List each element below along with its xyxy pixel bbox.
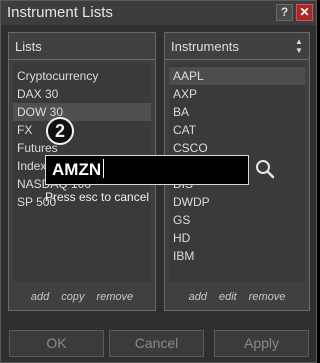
list-item[interactable]: AXP [169, 85, 305, 103]
list-item[interactable]: AAPL [169, 67, 305, 85]
list-item[interactable]: DOW 30 [13, 103, 151, 121]
instrument-search-input[interactable]: AMZN [45, 155, 249, 185]
lists-header: Lists [9, 33, 155, 60]
add-list-link[interactable]: add [31, 288, 49, 306]
ok-button[interactable]: OK [9, 330, 104, 357]
list-item[interactable]: CAT [169, 121, 305, 139]
cancel-hint: Press esc to cancel [45, 190, 150, 204]
instrument-lists-dialog: Instrument Lists ? ✕ Lists Cryptocurrenc… [0, 0, 317, 363]
list-item[interactable]: DWDP [169, 193, 305, 211]
instruments-actions: add edit remove [165, 288, 309, 306]
close-button[interactable]: ✕ [296, 4, 313, 21]
add-instrument-link[interactable]: add [189, 288, 207, 306]
list-item[interactable]: IBM [169, 247, 305, 265]
search-icon[interactable] [253, 157, 277, 181]
text-caret [103, 159, 105, 178]
instruments-header-label: Instruments [171, 39, 239, 54]
apply-button[interactable]: Apply [214, 330, 309, 357]
copy-list-link[interactable]: copy [61, 288, 84, 306]
window-title: Instrument Lists [7, 4, 113, 21]
edit-instrument-link[interactable]: edit [219, 288, 237, 306]
sort-arrows-icon[interactable]: ▲ ▼ [294, 37, 304, 57]
list-item[interactable]: DAX 30 [13, 85, 151, 103]
list-item[interactable]: HD [169, 229, 305, 247]
lists-actions: add copy remove [9, 288, 155, 306]
remove-instrument-link[interactable]: remove [249, 288, 286, 306]
step-number-badge: 2 [46, 117, 74, 145]
list-item[interactable]: FX [13, 121, 151, 139]
list-item[interactable]: GS [169, 211, 305, 229]
help-button[interactable]: ? [276, 4, 293, 21]
cancel-button[interactable]: Cancel [109, 330, 204, 357]
remove-list-link[interactable]: remove [96, 288, 133, 306]
search-input-value: AMZN [52, 160, 102, 179]
instruments-header[interactable]: Instruments ▲ ▼ [165, 33, 309, 60]
list-item[interactable]: BA [169, 103, 305, 121]
title-bar: Instrument Lists ? ✕ [1, 1, 316, 25]
list-item[interactable]: Cryptocurrency [13, 67, 151, 85]
